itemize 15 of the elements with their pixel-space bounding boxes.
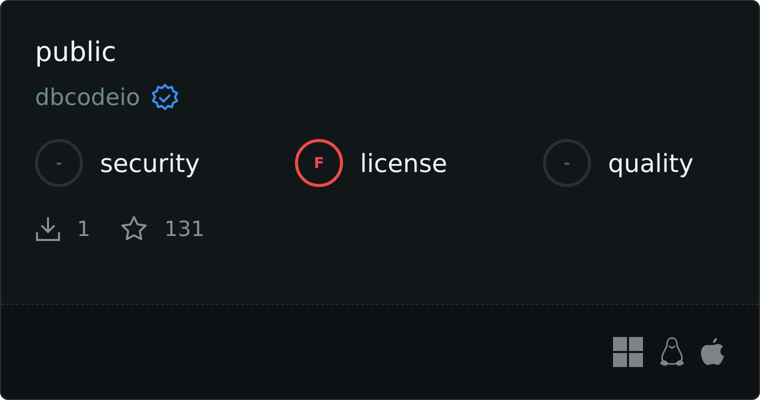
grade-badge: - [35, 139, 83, 187]
download-icon [35, 216, 61, 242]
apple-icon [701, 337, 725, 367]
score-label: quality [608, 148, 694, 178]
star-icon [120, 215, 148, 242]
package-name: public [35, 36, 118, 70]
grade-badge: - [543, 139, 591, 187]
grade-badge: F [295, 139, 343, 187]
score-label: license [360, 148, 448, 178]
score-label: security [100, 148, 200, 178]
download-count: 1 [77, 216, 90, 240]
owner-name[interactable]: dbcodeio [35, 85, 140, 111]
star-count: 131 [164, 216, 204, 240]
penguin-icon [659, 337, 685, 367]
windows-icon [613, 337, 643, 367]
